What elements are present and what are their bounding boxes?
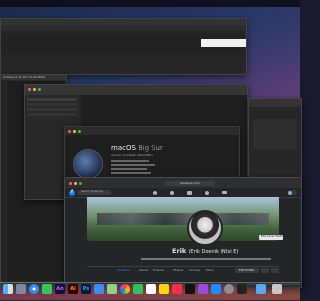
safari-min-dot[interactable] xyxy=(74,182,77,185)
photoshop-tools-panel xyxy=(1,81,6,281)
os-name-text: macOS xyxy=(111,144,136,152)
os-version: Version 11.0 Beta (20A5384c) xyxy=(111,153,153,157)
layers-list-row-4[interactable] xyxy=(27,113,77,116)
tab-friends[interactable]: Friends xyxy=(153,269,164,272)
trash-icon[interactable] xyxy=(272,284,282,294)
maps-icon[interactable] xyxy=(107,284,117,294)
app-store-icon[interactable] xyxy=(211,284,221,294)
about-min-dot[interactable] xyxy=(73,130,76,133)
profile-avatar[interactable] xyxy=(187,210,223,246)
notes-icon[interactable] xyxy=(159,284,169,294)
photoshop-title: Untitled-1 @ 66.7% (RGB/8) xyxy=(3,75,45,79)
groups-icon[interactable] xyxy=(205,190,209,195)
background-window[interactable] xyxy=(0,18,247,75)
os-release-text: Big Sur xyxy=(138,144,163,152)
photoshop-icon[interactable]: Ps xyxy=(81,284,91,294)
podcasts-icon[interactable] xyxy=(198,284,208,294)
profile-chip[interactable] xyxy=(287,190,297,195)
right-window-toolbar xyxy=(249,99,301,107)
facebook-search-input[interactable]: Search Facebook xyxy=(77,190,111,195)
address-bar-url: facebook.com xyxy=(180,180,200,185)
tab-timeline[interactable]: Timeline xyxy=(117,269,130,272)
profile-tabs-divider xyxy=(87,266,279,267)
edit-cover-photo-label: Edit Cover Photo xyxy=(261,235,283,239)
cover-photo[interactable] xyxy=(87,197,279,241)
zoom-dot[interactable] xyxy=(38,88,41,91)
messenger-button[interactable] xyxy=(261,267,269,273)
layers-window-toolbar xyxy=(25,85,247,95)
profile-alt-name: (Erik Doenik iNtsi E) xyxy=(188,249,239,255)
about-zoom-dot[interactable] xyxy=(78,130,81,133)
mail-icon[interactable] xyxy=(94,284,104,294)
os-name: macOS Big Sur xyxy=(111,145,163,152)
safari-close-dot[interactable] xyxy=(69,182,72,185)
photos-icon[interactable] xyxy=(120,284,130,294)
photoshop-titlebar: Untitled-1 @ 66.7% (RGB/8) xyxy=(1,75,66,80)
safari-icon[interactable] xyxy=(29,284,39,294)
layers-list-row-1[interactable] xyxy=(27,98,77,101)
gaming-icon[interactable] xyxy=(222,190,227,194)
tab-photos[interactable]: Photos xyxy=(173,269,183,272)
big-sur-logo xyxy=(73,149,103,179)
terminal-icon[interactable] xyxy=(237,284,247,294)
layers-list-row-3[interactable] xyxy=(27,108,77,111)
search-placeholder: Search Facebook xyxy=(81,190,103,193)
tab-more[interactable]: More xyxy=(206,269,213,272)
address-bar[interactable]: facebook.com xyxy=(165,180,215,186)
layers-list-row-2[interactable] xyxy=(27,103,77,106)
music-icon[interactable] xyxy=(172,284,182,294)
animate-icon[interactable]: An xyxy=(55,284,65,294)
profile-bio-line xyxy=(141,258,271,260)
right-window-panel xyxy=(253,119,297,149)
finder-icon[interactable] xyxy=(3,284,13,294)
about-detail-line-2 xyxy=(111,164,155,166)
profile-chip-avatar xyxy=(287,190,292,195)
friends-icon[interactable] xyxy=(170,190,174,195)
edit-profile-button[interactable]: Edit Profile xyxy=(235,267,259,273)
about-mac-tabs xyxy=(65,127,239,135)
system-preferences-icon[interactable] xyxy=(224,284,234,294)
safari-window[interactable]: facebook.com f Search Facebook Edit Cove… xyxy=(64,177,302,285)
facebook-logo-icon[interactable]: f xyxy=(69,189,75,196)
profile-first-name: Erik xyxy=(172,247,187,255)
downloads-icon[interactable] xyxy=(256,284,266,294)
facetime-icon[interactable] xyxy=(133,284,143,294)
tab-archive[interactable]: Archive xyxy=(189,269,200,272)
tv-icon[interactable] xyxy=(185,284,195,294)
safari-zoom-dot[interactable] xyxy=(79,182,82,185)
about-detail-line-3 xyxy=(111,168,147,170)
more-options-button[interactable] xyxy=(271,267,279,273)
watch-icon[interactable] xyxy=(187,190,192,195)
cover-crowd xyxy=(97,213,269,225)
profile-name: Erik (Erik Doenik iNtsi E) xyxy=(172,248,238,255)
messages-icon[interactable] xyxy=(42,284,52,294)
background-window-toolbar-2 xyxy=(1,25,246,30)
close-dot[interactable] xyxy=(28,88,31,91)
calendar-icon[interactable] xyxy=(146,284,156,294)
minimize-dot[interactable] xyxy=(33,88,36,91)
about-close-dot[interactable] xyxy=(68,130,71,133)
launchpad-icon[interactable] xyxy=(16,284,26,294)
background-window-white-field xyxy=(201,39,246,47)
about-detail-line-4 xyxy=(111,172,151,174)
about-detail-line-1 xyxy=(111,160,149,162)
menu-bar xyxy=(0,0,300,7)
edit-profile-label: Edit Profile xyxy=(239,267,255,272)
edit-cover-photo-button[interactable]: Edit Cover Photo xyxy=(259,235,283,240)
illustrator-icon[interactable]: Ai xyxy=(68,284,78,294)
tab-about[interactable]: About xyxy=(139,269,148,272)
